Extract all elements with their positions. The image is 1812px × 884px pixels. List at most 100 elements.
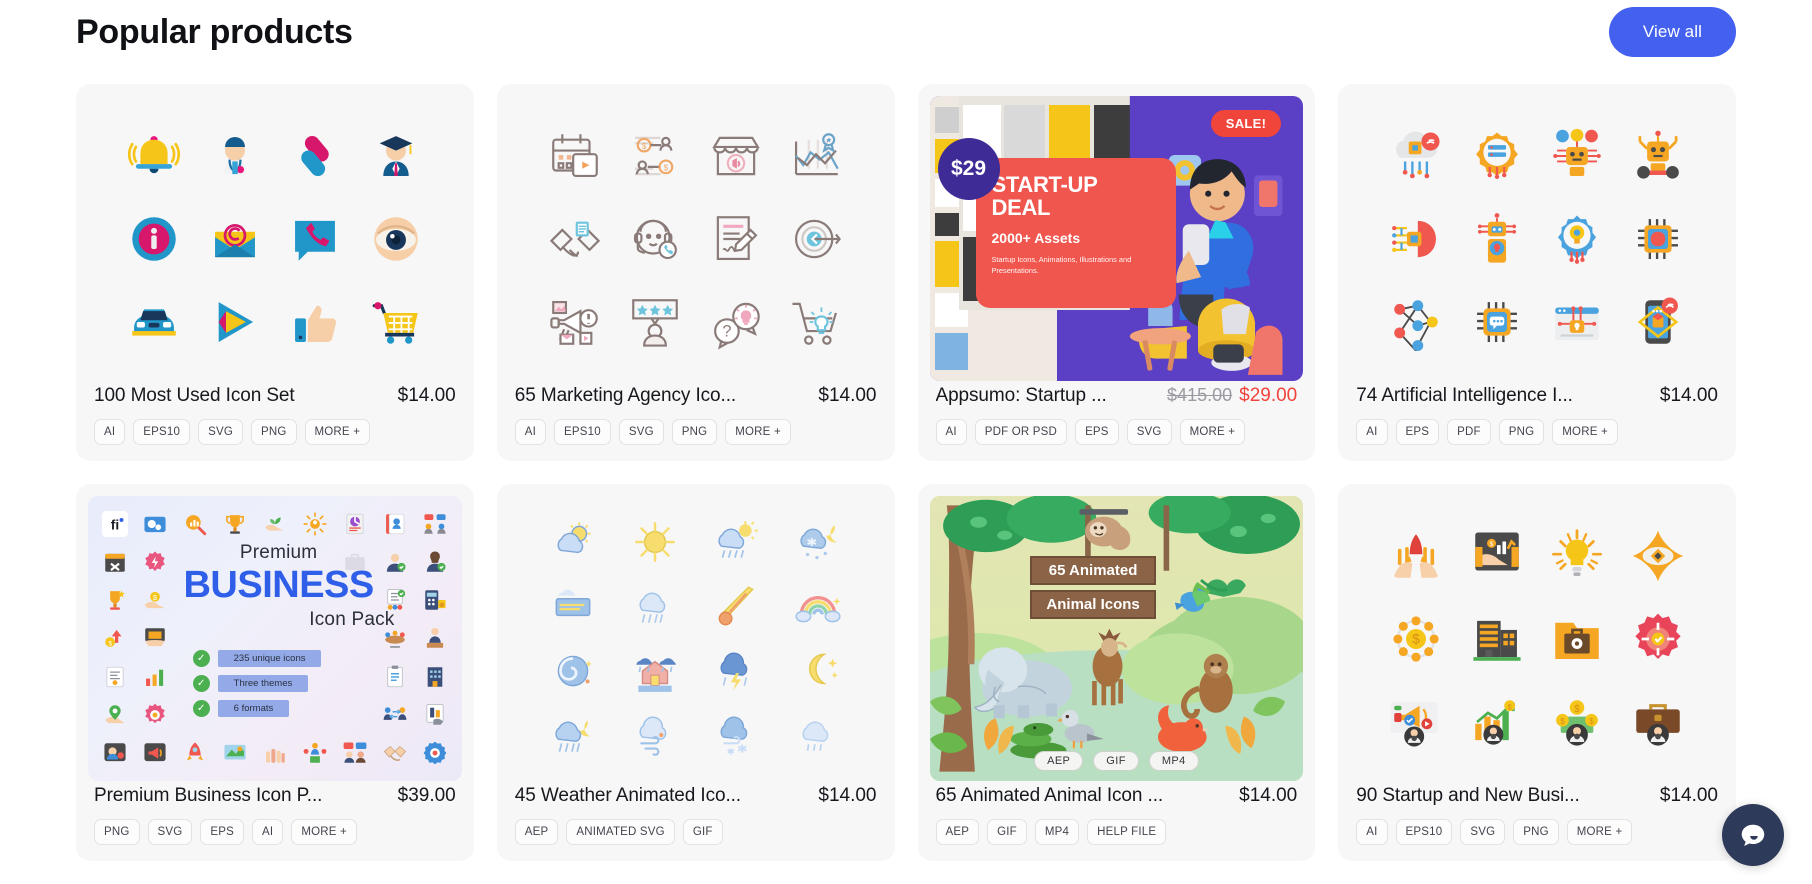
format-tag[interactable]: EPS	[200, 819, 245, 845]
format-tag[interactable]: AI	[514, 419, 547, 445]
money-hands-icon: $	[136, 582, 174, 618]
format-tag[interactable]: GIF	[682, 819, 723, 845]
format-tag[interactable]: EPS10	[133, 419, 191, 445]
format-tag[interactable]: GIF	[987, 819, 1027, 845]
feature-list: ✓ 235 unique icons ✓ Three themes ✓ 6 fo…	[192, 649, 322, 725]
format-tag[interactable]: SVG	[1460, 819, 1506, 845]
product-card[interactable]: 65 Animated Animal Icons AEP GIF MP4 65 …	[917, 484, 1316, 861]
format-tag[interactable]: PNG	[671, 419, 718, 445]
format-tag[interactable]: PNG	[1498, 419, 1545, 445]
calendar-video-icon	[535, 114, 615, 197]
format-tag-more[interactable]: MORE +	[725, 419, 791, 445]
product-price: $14.00	[818, 385, 877, 406]
format-tag-more[interactable]: MORE +	[1566, 819, 1633, 845]
format-tag[interactable]: AI	[94, 419, 126, 445]
product-card[interactable]: $ $ $ $ $ $ 90 Startup and New Busi... $1	[1338, 484, 1736, 861]
format-tag[interactable]: AEP	[514, 819, 559, 845]
format-tag[interactable]: ANIMATED SVG	[566, 819, 675, 845]
format-tag[interactable]: AI	[935, 419, 967, 445]
product-thumbnail[interactable]: $ $ $ $ $ $	[1350, 496, 1724, 781]
calendar-close-icon	[96, 544, 134, 580]
growth-chart-icon: $	[1457, 680, 1537, 763]
format-tag-more[interactable]: MORE +	[304, 419, 371, 445]
format-tag-list: AI EPS10 SVG PNG MORE +	[94, 419, 456, 445]
product-title: Premium Business Icon P...	[94, 785, 323, 806]
chat-widget-button[interactable]	[1722, 804, 1784, 866]
product-card[interactable]: 100 Most Used Icon Set $14.00 AI EPS10 S…	[76, 84, 474, 461]
product-card[interactable]: 45 Weather Animated Ico... $14.00 AEP AN…	[496, 484, 895, 861]
sun-icon	[614, 510, 695, 574]
icon-sheet	[88, 96, 462, 381]
format-tag[interactable]: AI	[252, 819, 284, 845]
product-thumbnail[interactable]: $29 SALE! START-UP DEAL 2000+ Assets Sta…	[929, 96, 1304, 381]
gear-server-icon	[1457, 114, 1537, 197]
product-info: 45 Weather Animated Ico... $14.00 AEP AN…	[497, 785, 895, 845]
product-card[interactable]: 74 Artificial Intelligence I... $14.00 A…	[1338, 84, 1736, 461]
format-tag[interactable]: SVG	[147, 819, 193, 845]
feature-item: ✓ 6 formats	[192, 699, 322, 717]
product-thumbnail[interactable]	[88, 96, 462, 381]
team-approval-icon	[376, 582, 414, 618]
product-title: 90 Startup and New Busi...	[1356, 785, 1580, 806]
hurricane-icon	[533, 639, 614, 703]
product-price-sale: $29.00	[1239, 385, 1298, 406]
check-icon: ✓	[192, 649, 210, 667]
view-all-button[interactable]: View all	[1608, 7, 1736, 57]
product-info: 65 Animated Animal Icon ... $14.00 AEP G…	[918, 785, 1316, 845]
format-tag[interactable]: PNG	[250, 419, 297, 445]
feature-label: 235 unique icons	[217, 649, 322, 667]
target-badge-icon	[1618, 597, 1698, 680]
format-tag[interactable]: AI	[1356, 419, 1388, 445]
format-tag-more[interactable]: MORE +	[291, 819, 357, 845]
format-tag[interactable]: SVG	[1126, 419, 1172, 445]
cloud-chip-icon	[1376, 114, 1456, 197]
product-thumbnail[interactable]: $ $ ?	[508, 96, 883, 381]
format-tag[interactable]: HELP FILE	[1087, 819, 1167, 845]
product-info: 74 Artificial Intelligence I... $14.00 A…	[1338, 385, 1736, 445]
product-card[interactable]: $29 SALE! START-UP DEAL 2000+ Assets Sta…	[917, 84, 1316, 461]
snow-moon-icon	[777, 510, 858, 574]
premium-overlay-spacer	[216, 582, 254, 618]
format-tag[interactable]: PDF	[1447, 419, 1491, 445]
format-tag[interactable]: EPS10	[1395, 819, 1453, 845]
format-tag[interactable]: PNG	[1513, 819, 1559, 845]
format-tag[interactable]: PDF OR PSD	[974, 419, 1068, 445]
format-tag[interactable]: SVG	[618, 419, 664, 445]
handshake-deal-icon	[376, 735, 414, 771]
format-tag-list: AI PDF OR PSD EPS SVG MORE +	[935, 419, 1298, 445]
unity-hands-icon	[256, 735, 294, 771]
product-card[interactable]: $ $ ? 65 Marketing Agency Ico... $14.00 …	[496, 84, 895, 461]
product-price: $14.00	[1659, 785, 1718, 806]
format-tag-more[interactable]: MORE +	[1552, 419, 1618, 445]
product-thumbnail[interactable]	[1350, 96, 1724, 381]
fog-icon	[533, 574, 614, 638]
product-thumbnail[interactable]: 65 Animated Animal Icons AEP GIF MP4	[929, 496, 1304, 781]
format-tag[interactable]: SVG	[198, 419, 243, 445]
product-title: Appsumo: Startup ...	[935, 385, 1107, 406]
plant-hand-icon	[256, 506, 294, 542]
format-tag[interactable]: PNG	[94, 819, 140, 845]
icon-sheet	[1350, 96, 1724, 381]
format-tag-more[interactable]: MORE +	[1179, 419, 1246, 445]
product-title: 65 Marketing Agency Ico...	[514, 385, 737, 406]
product-price: $39.00	[397, 785, 456, 806]
product-thumbnail[interactable]: fi $ $ Premium BUSINESS Icon Pack ✓ 235 …	[88, 496, 462, 781]
check-icon: ✓	[192, 699, 210, 717]
thunderstorm-icon	[696, 639, 777, 703]
snow-wind-icon	[696, 703, 777, 767]
feature-item: ✓ Three themes	[192, 674, 322, 692]
format-tag[interactable]: EPS	[1395, 419, 1440, 445]
badge-flash-icon	[136, 544, 174, 580]
format-tag[interactable]: MP4	[1034, 819, 1080, 845]
premium-overlay-spacer	[256, 544, 294, 580]
premium-overlay-spacer	[176, 582, 214, 618]
promo-subhead: 2000+ Assets	[991, 230, 1081, 247]
format-tag[interactable]: EPS10	[554, 419, 611, 445]
format-tag[interactable]: AEP	[935, 819, 980, 845]
team-leader-icon	[296, 735, 334, 771]
product-thumbnail[interactable]	[508, 496, 883, 781]
product-card[interactable]: fi $ $ Premium BUSINESS Icon Pack ✓ 235 …	[76, 484, 474, 861]
format-tag[interactable]: AI	[1356, 819, 1388, 845]
handshake-growth-icon: $	[1457, 514, 1537, 597]
format-tag[interactable]: EPS	[1075, 419, 1119, 445]
